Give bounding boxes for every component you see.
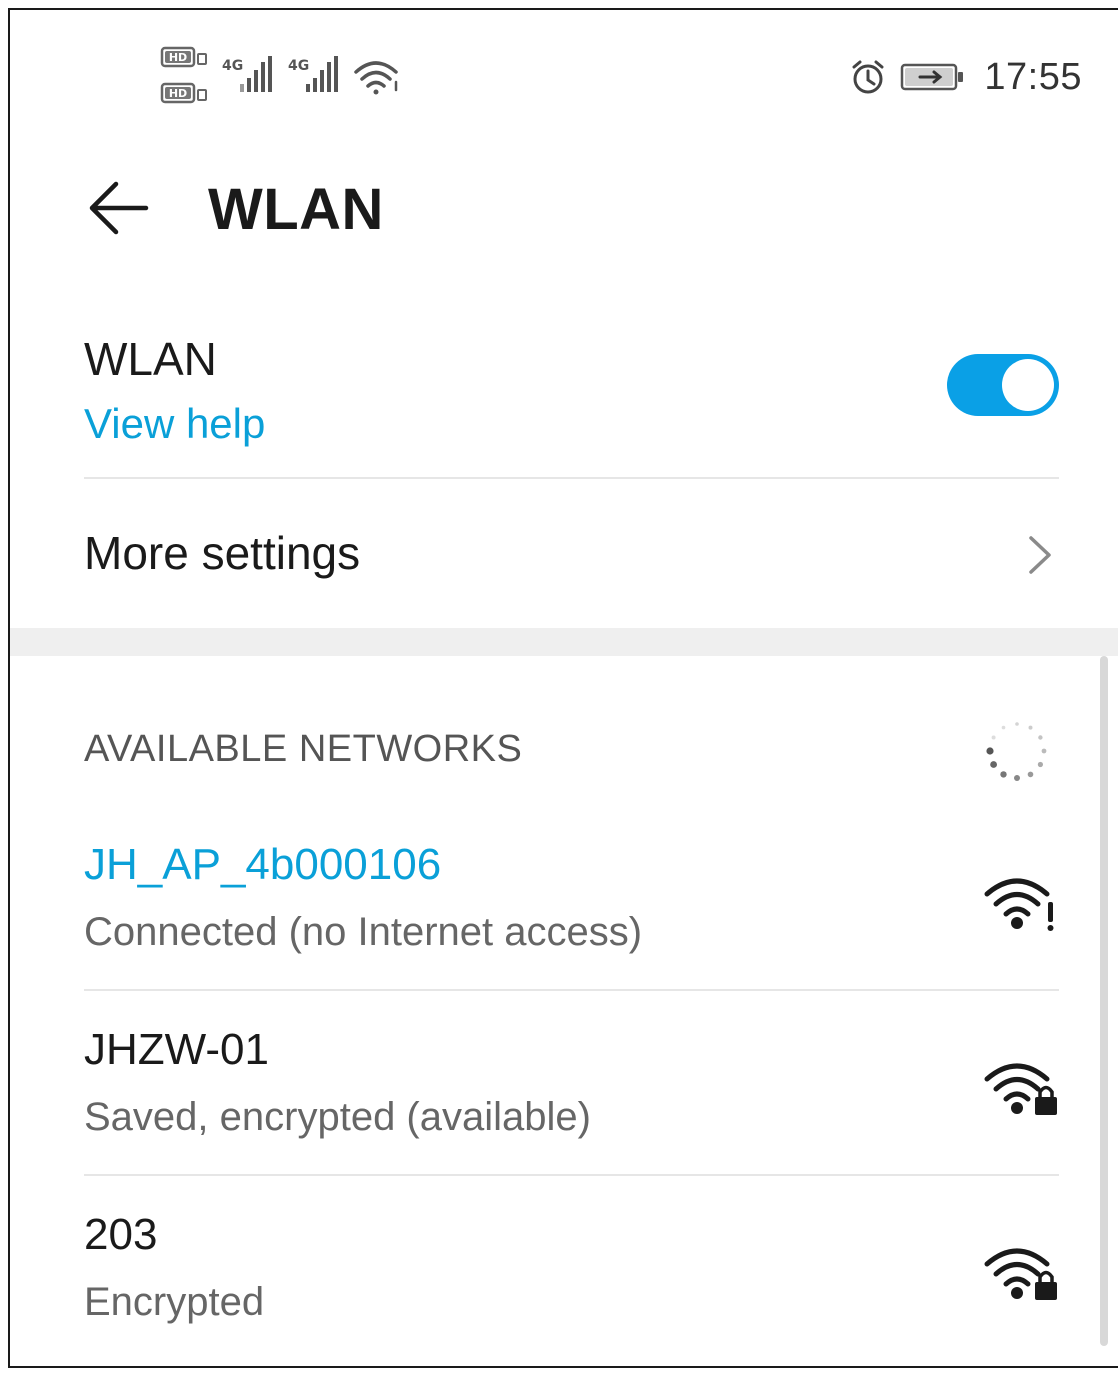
svg-text:HD: HD [169, 51, 187, 64]
hd-icon: HD HD [160, 46, 207, 104]
wlan-toggle-row: WLAN View help [84, 330, 1059, 470]
scanning-spinner-icon [984, 718, 1050, 784]
status-bar: HD HD 4G 4G 17:55 [0, 0, 1118, 150]
status-time: 17:55 [984, 55, 1082, 98]
network-item[interactable]: JHZW-01 Saved, encrypted (available) [84, 1025, 1059, 1205]
chevron-right-icon [1019, 530, 1059, 580]
divider [84, 989, 1059, 991]
toggle-knob [1002, 359, 1054, 411]
network-name: JH_AP_4b000106 [84, 840, 442, 889]
page-title: WLAN [208, 177, 384, 242]
back-arrow-icon[interactable] [84, 178, 154, 238]
network-status: Saved, encrypted (available) [84, 1095, 591, 1139]
section-separator [10, 628, 1118, 656]
alarm-icon [852, 60, 884, 94]
scrollbar[interactable] [1100, 656, 1108, 1346]
divider [84, 477, 1059, 479]
battery-charging-icon [901, 63, 964, 91]
more-settings-row[interactable]: More settings [84, 490, 1059, 620]
status-bar-right: 17:55 [848, 52, 1082, 102]
divider [84, 1174, 1059, 1176]
network-name: 203 [84, 1210, 158, 1259]
wifi-icon [354, 61, 398, 95]
network-name: JHZW-01 [84, 1025, 269, 1074]
available-networks-header: AVAILABLE NETWORKS [84, 728, 523, 770]
view-help-link[interactable]: View help [84, 400, 265, 448]
more-settings-label: More settings [84, 527, 361, 579]
network-status: Connected (no Internet access) [84, 910, 643, 954]
status-bar-left: HD HD 4G 4G [160, 44, 410, 114]
wifi-no-internet-icon [979, 870, 1059, 940]
wlan-toggle-switch[interactable] [947, 354, 1059, 416]
svg-text:HD: HD [169, 87, 187, 100]
wifi-locked-icon [979, 1055, 1059, 1125]
network-status: Encrypted [84, 1280, 265, 1324]
network-item[interactable]: JH_AP_4b000106 Connected (no Internet ac… [84, 840, 1059, 1020]
wifi-locked-icon [979, 1240, 1059, 1310]
signal-4g-icon: 4G 4G [222, 56, 338, 92]
svg-text:4G: 4G [288, 58, 309, 74]
wlan-toggle-label: WLAN [84, 333, 217, 385]
network-item[interactable]: 203 Encrypted [84, 1210, 1059, 1390]
svg-text:4G: 4G [222, 58, 243, 74]
